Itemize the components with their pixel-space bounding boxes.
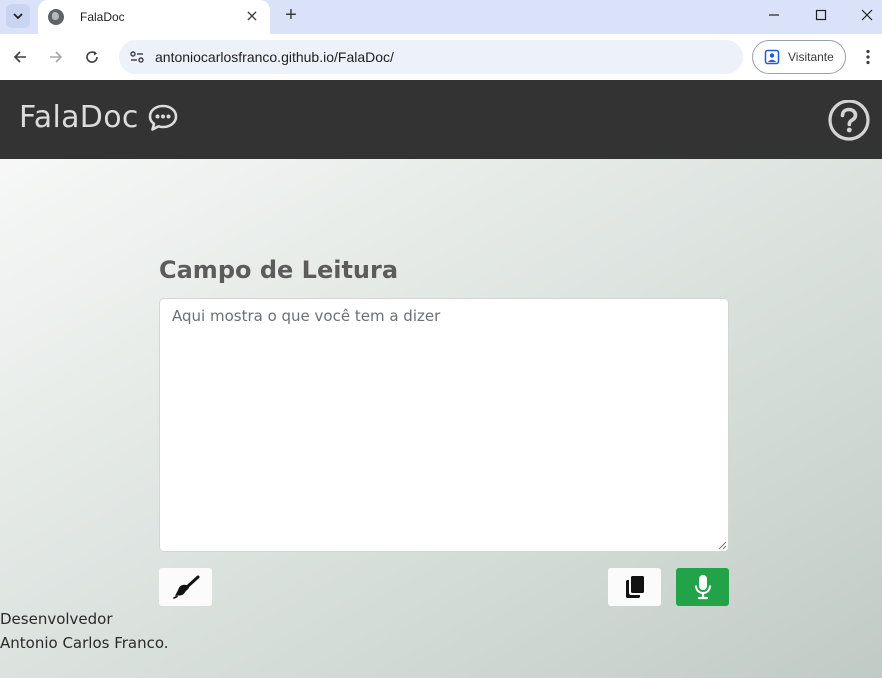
reading-field-title: Campo de Leitura xyxy=(159,256,399,284)
reload-button[interactable] xyxy=(80,45,104,69)
minimize-icon xyxy=(769,14,779,16)
back-button[interactable] xyxy=(8,45,32,69)
close-icon xyxy=(861,9,873,21)
more-vert-icon xyxy=(866,49,870,65)
help-icon[interactable] xyxy=(827,100,871,144)
chat-bubble-icon xyxy=(148,104,177,131)
browser-menu-button[interactable] xyxy=(860,47,876,67)
microphone-icon xyxy=(694,575,711,600)
url-text: antoniocarlosfranco.github.io/FalaDoc/ xyxy=(155,49,394,65)
profile-label: Visitante xyxy=(788,50,834,64)
reload-icon xyxy=(86,51,98,63)
app-header: FalaDoc xyxy=(0,80,882,159)
microphone-button[interactable] xyxy=(676,568,729,606)
tab-search-button[interactable] xyxy=(6,4,30,28)
browser-toolbar: antoniocarlosfranco.github.io/FalaDoc/ V… xyxy=(0,34,882,80)
browser-tab[interactable]: FalaDoc × xyxy=(38,0,270,34)
person-icon xyxy=(764,49,780,65)
profile-button[interactable]: Visitante xyxy=(752,40,846,74)
footer-role: Desenvolvedor xyxy=(0,610,113,628)
tab-close-icon[interactable]: × xyxy=(244,8,260,24)
resize-grip-icon[interactable] xyxy=(717,540,727,550)
brand[interactable]: FalaDoc xyxy=(19,100,179,135)
copy-button[interactable] xyxy=(608,568,661,606)
minimize-button[interactable] xyxy=(760,4,788,26)
brand-title: FalaDoc xyxy=(19,100,139,135)
arrow-right-icon xyxy=(50,51,63,63)
maximize-icon xyxy=(815,9,827,21)
browser-tab-strip: FalaDoc × + xyxy=(0,0,882,34)
page: FalaDoc Campo de Leitura Aqui mostra o q… xyxy=(0,80,882,678)
new-tab-button[interactable]: + xyxy=(281,5,301,25)
broom-icon xyxy=(172,575,199,599)
tab-title: FalaDoc xyxy=(80,10,125,24)
close-window-button[interactable] xyxy=(853,4,881,26)
address-bar[interactable]: antoniocarlosfranco.github.io/FalaDoc/ xyxy=(119,40,743,74)
copy-icon xyxy=(625,576,644,598)
globe-icon xyxy=(48,9,64,25)
footer-author: Antonio Carlos Franco. xyxy=(0,634,169,652)
forward-button[interactable] xyxy=(44,45,68,69)
maximize-button[interactable] xyxy=(807,4,835,26)
url-host: antoniocarlosfranco.github.io xyxy=(155,49,335,65)
clear-button[interactable] xyxy=(159,568,212,606)
site-info-icon[interactable] xyxy=(127,47,147,67)
reading-textarea[interactable] xyxy=(159,298,729,552)
url-path: /FalaDoc/ xyxy=(334,49,394,65)
chevron-down-icon xyxy=(13,13,23,20)
arrow-left-icon xyxy=(13,51,26,63)
footer: Desenvolvedor Antonio Carlos Franco. xyxy=(0,607,169,655)
